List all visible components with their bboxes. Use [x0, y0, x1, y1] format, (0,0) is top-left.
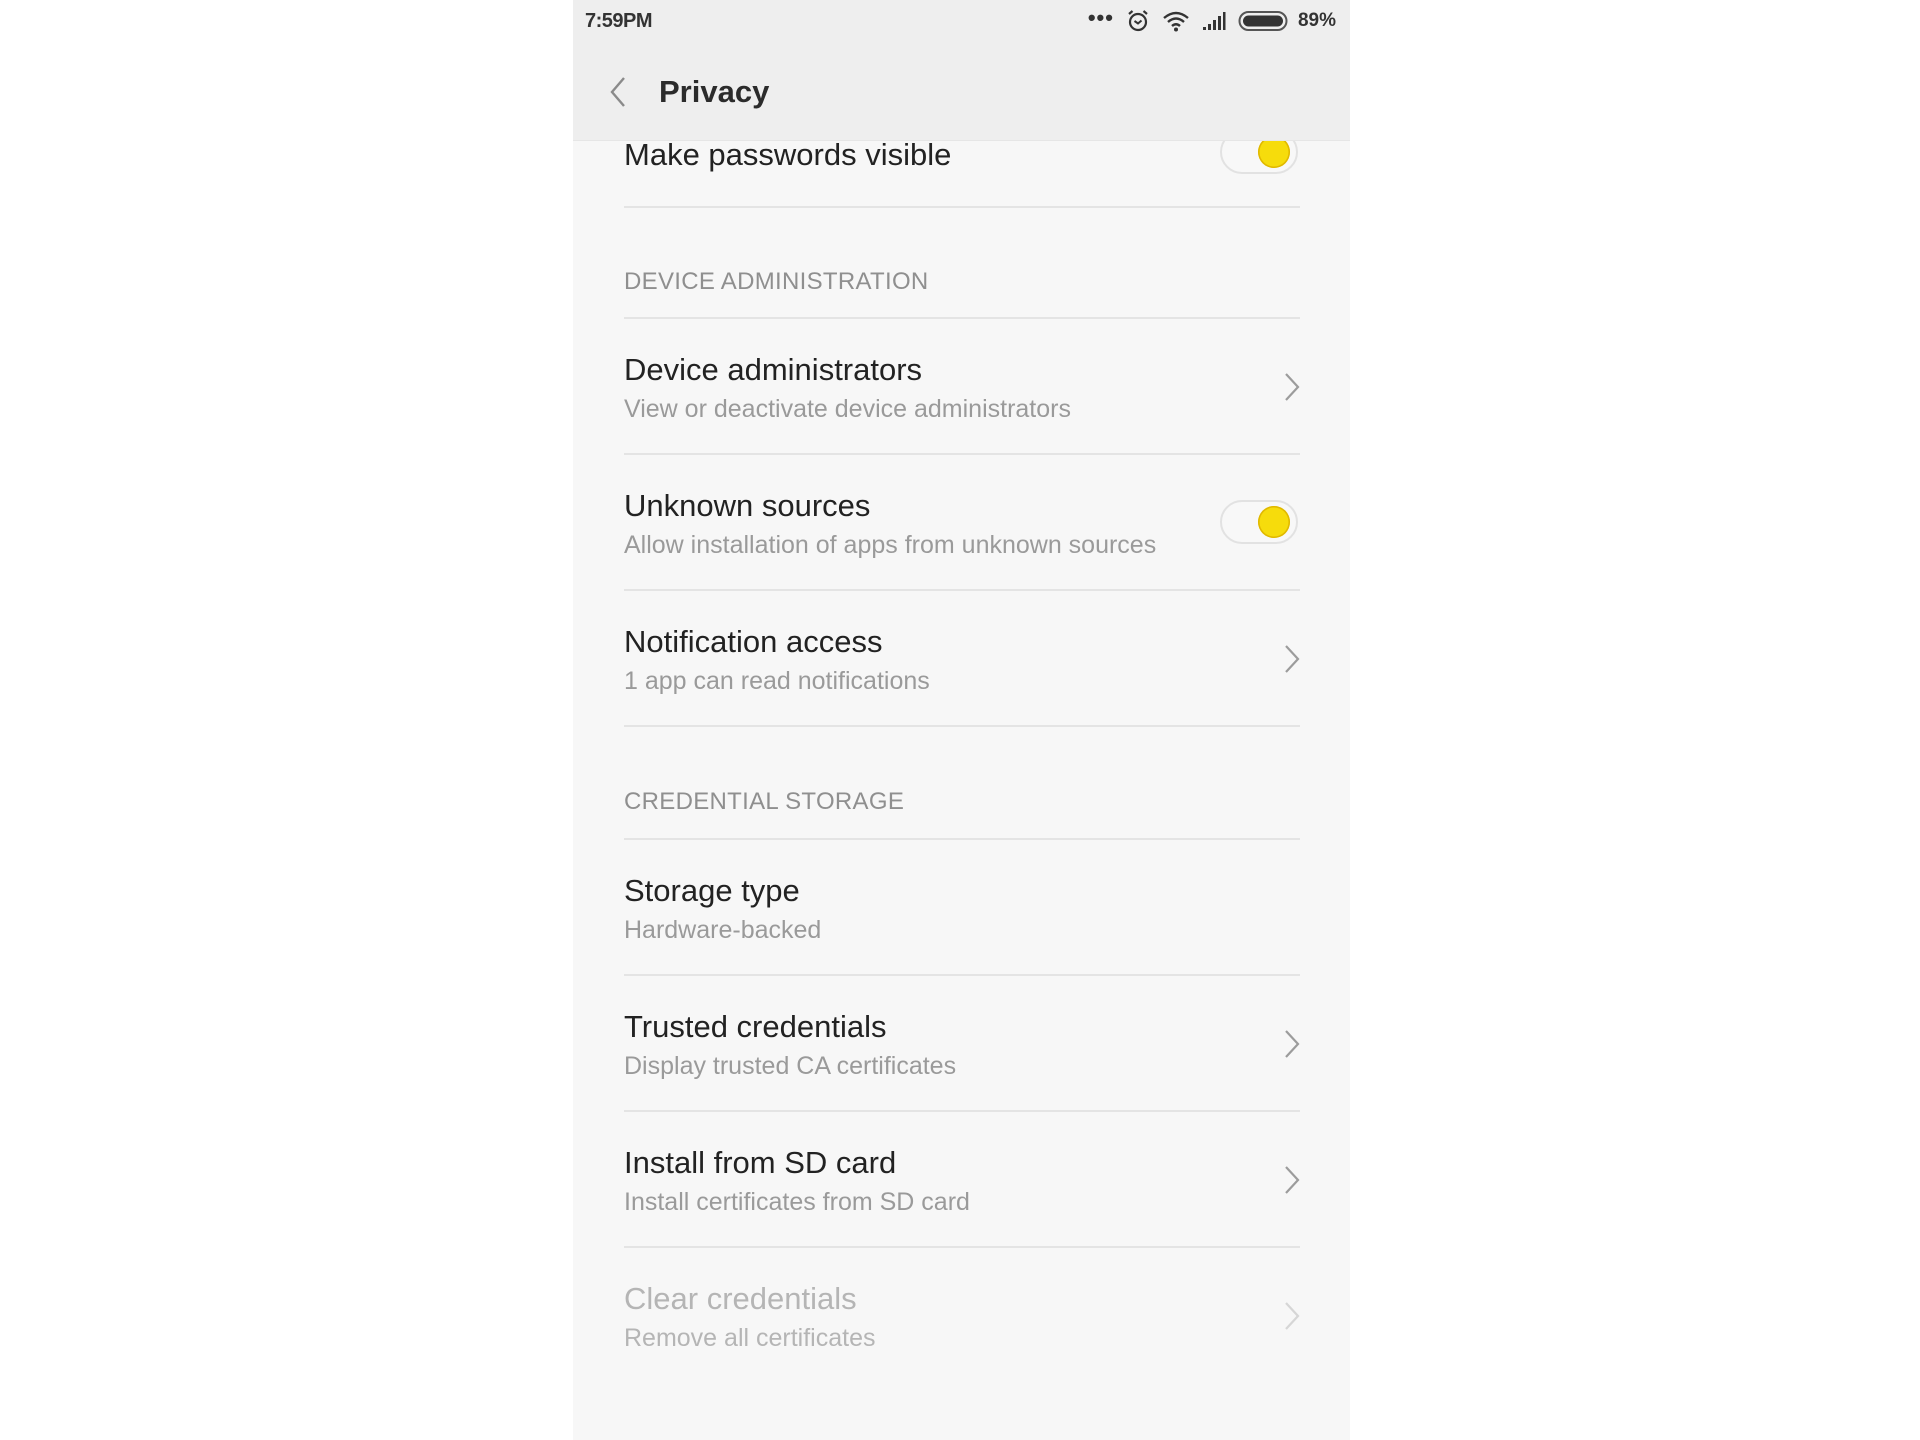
back-button[interactable]	[603, 72, 637, 112]
setting-title: Trusted credentials	[624, 1009, 887, 1044]
setting-storage-type: Storage type Hardware-backed	[573, 840, 1350, 974]
setting-subtitle: Remove all certificates	[624, 1324, 876, 1352]
setting-subtitle: View or deactivate device administrators	[624, 395, 1071, 423]
unknown-sources-toggle[interactable]	[1220, 500, 1298, 544]
setting-title: Device administrators	[624, 352, 923, 387]
setting-subtitle: Display trusted CA certificates	[624, 1052, 957, 1080]
wifi-icon	[1163, 11, 1189, 32]
chevron-right-icon	[1285, 373, 1300, 401]
battery-icon	[1238, 11, 1288, 31]
setting-title: Storage type	[624, 873, 800, 908]
setting-subtitle: Allow installation of apps from unknown …	[624, 531, 1157, 559]
setting-title: Make passwords visible	[624, 137, 952, 172]
app-header: 7:59PM ••• 89% Privacy	[573, 0, 1350, 140]
battery-percent: 89%	[1297, 10, 1336, 31]
setting-notification-access[interactable]: Notification access 1 app can read notif…	[573, 591, 1350, 725]
chevron-right-icon	[1285, 1030, 1300, 1058]
chevron-left-icon	[610, 77, 625, 107]
divider	[624, 725, 1300, 727]
toggle-knob	[1258, 136, 1290, 168]
chevron-right-icon	[1285, 1302, 1300, 1330]
toggle-knob	[1258, 506, 1290, 538]
section-header-device-administration: DEVICE ADMINISTRATION	[624, 268, 929, 295]
setting-device-administrators[interactable]: Device administrators View or deactivate…	[573, 319, 1350, 453]
divider	[624, 206, 1300, 208]
setting-trusted-credentials[interactable]: Trusted credentials Display trusted CA c…	[573, 976, 1350, 1110]
setting-subtitle: 1 app can read notifications	[624, 667, 930, 695]
setting-clear-credentials[interactable]: Clear credentials Remove all certificate…	[573, 1248, 1350, 1382]
section-header-credential-storage: CREDENTIAL STORAGE	[624, 788, 905, 815]
status-icons: ••• 89%	[1076, 5, 1336, 34]
setting-title: Notification access	[624, 624, 883, 659]
alarm-icon	[1128, 10, 1148, 32]
more-dots-icon: •••	[1087, 5, 1114, 30]
phone-screen: Make passwords visible DEVICE ADMINISTRA…	[573, 0, 1350, 1440]
setting-subtitle: Hardware-backed	[624, 916, 822, 944]
setting-title: Install from SD card	[624, 1145, 897, 1180]
setting-title: Clear credentials	[624, 1281, 857, 1316]
signal-icon	[1202, 12, 1226, 30]
status-time: 7:59PM	[585, 10, 653, 32]
chevron-right-icon	[1285, 1166, 1300, 1194]
setting-subtitle: Install certificates from SD card	[624, 1188, 970, 1216]
setting-install-from-sd-card[interactable]: Install from SD card Install certificate…	[573, 1112, 1350, 1246]
page-title: Privacy	[659, 74, 770, 109]
chevron-right-icon	[1285, 645, 1300, 673]
setting-title: Unknown sources	[624, 488, 871, 523]
setting-unknown-sources[interactable]: Unknown sources Allow installation of ap…	[573, 455, 1350, 589]
